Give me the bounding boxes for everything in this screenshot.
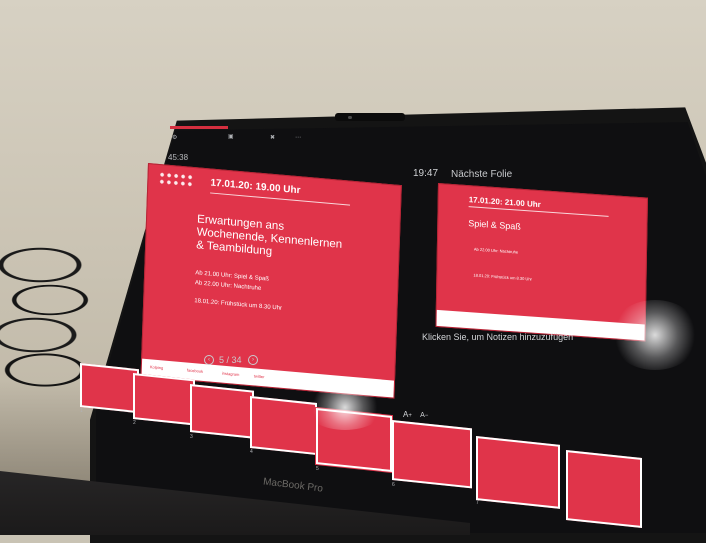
footer-item: Kolping [149,364,164,371]
next-slide-line: 18.01.20: Frühstück um 8.30 Uhr [473,272,532,282]
thumbnail-number: 5 [316,466,319,472]
screen-glare [305,385,385,430]
thumbnail-number: 6 [392,482,395,488]
camera-icon [348,116,352,119]
notes-area[interactable]: Klicken Sie, um Notizen hinzuzufügen [422,332,573,342]
slide-title: Erwartungen ans Wochenende, Kennenlernen… [196,213,387,268]
more-icon[interactable]: ⋯ [295,134,301,141]
webcam-notch [335,113,405,121]
slide-counter: 5 / 34 [219,355,242,365]
next-slide-button[interactable]: › [248,355,258,365]
taskbar-icon[interactable]: ⚙ [172,134,177,141]
thumbnail-number: 7 [476,500,479,506]
next-slide-heading: Nächste Folie [451,169,513,180]
next-slide-line: Ab 22.00 Uhr: Nachtruhe [473,246,519,255]
thumbnail-number: 2 [133,420,136,426]
current-slide-preview: 17.01.20: 19.00 Uhr Erwartungen ans Woch… [140,163,402,399]
font-size-controls: A+ A− [403,410,429,419]
footer-item: facebook [186,367,204,374]
next-slide-title: Spiel & Spaß [468,218,521,232]
previous-slide-button[interactable]: ‹ [204,355,214,365]
footer-item: instagram [221,370,240,378]
screen-glare [610,300,700,370]
footer-item: twitter [253,373,265,380]
thumbnail-slide[interactable] [566,450,642,528]
thumbnail-number: 3 [190,434,193,440]
thumbnail-slide[interactable] [392,420,472,489]
thumbnail-slide[interactable] [190,384,254,439]
display-settings-icon[interactable]: ▣ [228,133,234,140]
thumbnail-slide[interactable] [476,436,560,509]
thumbnail-slide[interactable] [133,373,195,426]
kolping-logo-icon [158,170,193,188]
thumbnail-number: 1 [80,408,83,414]
elapsed-timer: 45:38 [168,153,189,162]
slide-bullet: Ab 22.00 Uhr: Nachtruhe [194,280,262,292]
clock: 19:47 [413,168,439,179]
end-show-icon[interactable]: ✖ [270,134,275,141]
thumbnail-slide[interactable] [80,363,139,414]
presentation-progress-bar [170,126,228,129]
slide-bullet: 18.01.20: Frühstück um 8.30 Uhr [194,298,283,312]
thumbnail-number: 4 [250,449,253,455]
